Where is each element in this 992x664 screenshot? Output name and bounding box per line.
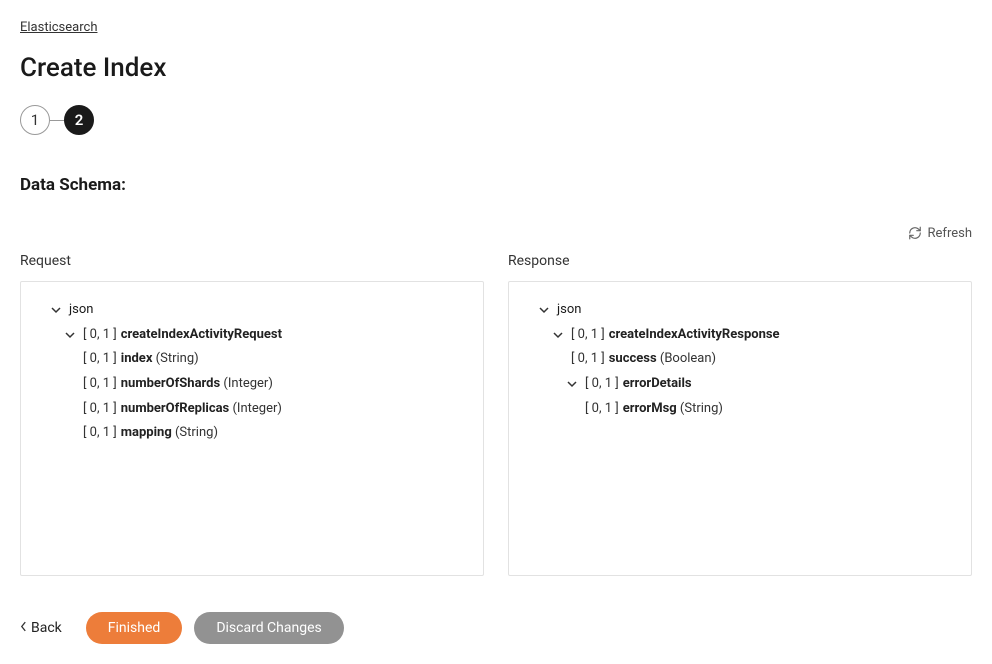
field-name: success (609, 347, 657, 372)
tree-row-root-field[interactable]: [ 0, 1 ] createIndexActivityRequest (35, 323, 469, 348)
request-schema-box: json [ 0, 1 ] createIndexActivityRequest… (20, 281, 484, 576)
footer-actions: Back Finished Discard Changes (20, 612, 972, 644)
field-type: (Integer) (232, 397, 281, 422)
discard-changes-button[interactable]: Discard Changes (194, 612, 343, 644)
cardinality-label: [ 0, 1 ] (83, 372, 117, 397)
cardinality-label: [ 0, 1 ] (83, 323, 117, 348)
cardinality-label: [ 0, 1 ] (571, 323, 605, 348)
cardinality-label: [ 0, 1 ] (83, 347, 117, 372)
cardinality-label: [ 0, 1 ] (585, 372, 619, 397)
refresh-button[interactable]: Refresh (908, 223, 972, 243)
response-column: Response json [ 0, 1 ] createIndexActivi… (508, 249, 972, 576)
response-label: Response (508, 253, 972, 269)
request-label: Request (20, 253, 484, 269)
request-column: Request json [ 0, 1 ] createIndexActivit… (20, 249, 484, 576)
tree-node-label: json (69, 298, 93, 323)
back-button[interactable]: Back (20, 620, 62, 636)
cardinality-label: [ 0, 1 ] (585, 397, 619, 422)
refresh-label: Refresh (928, 226, 972, 241)
field-type: (String) (175, 421, 218, 446)
chevron-down-icon[interactable] (551, 328, 565, 342)
field-name: numberOfShards (121, 372, 220, 397)
field-type: (String) (156, 347, 199, 372)
field-name: createIndexActivityRequest (121, 323, 282, 348)
chevron-down-icon[interactable] (565, 377, 579, 391)
back-label: Back (31, 620, 62, 636)
tree-row-json[interactable]: json (523, 298, 957, 323)
chevron-down-icon[interactable] (537, 303, 551, 317)
chevron-down-icon[interactable] (63, 328, 77, 342)
cardinality-label: [ 0, 1 ] (571, 347, 605, 372)
cardinality-label: [ 0, 1 ] (83, 397, 117, 422)
tree-row-field[interactable]: [ 0, 1 ] errorMsg (String) (523, 397, 957, 422)
tree-row-error-details[interactable]: [ 0, 1 ] errorDetails (523, 372, 957, 397)
step-1[interactable]: 1 (20, 105, 50, 135)
field-type: (Integer) (223, 372, 272, 397)
breadcrumb-link-elasticsearch[interactable]: Elasticsearch (20, 20, 97, 35)
step-connector (50, 120, 64, 121)
field-name: errorDetails (623, 372, 692, 397)
tree-row-field[interactable]: [ 0, 1 ] mapping (String) (35, 421, 469, 446)
tree-row-json[interactable]: json (35, 298, 469, 323)
page-title: Create Index (20, 53, 972, 83)
cardinality-label: [ 0, 1 ] (83, 421, 117, 446)
field-name: createIndexActivityResponse (609, 323, 780, 348)
tree-row-field[interactable]: [ 0, 1 ] numberOfReplicas (Integer) (35, 397, 469, 422)
breadcrumb: Elasticsearch (20, 20, 972, 35)
field-name: mapping (121, 421, 172, 446)
tree-row-field[interactable]: [ 0, 1 ] numberOfShards (Integer) (35, 372, 469, 397)
chevron-left-icon (20, 620, 27, 636)
tree-row-root-field[interactable]: [ 0, 1 ] createIndexActivityResponse (523, 323, 957, 348)
finished-button[interactable]: Finished (86, 612, 183, 644)
tree-row-field[interactable]: [ 0, 1 ] index (String) (35, 347, 469, 372)
field-name: index (121, 347, 153, 372)
step-2[interactable]: 2 (64, 105, 94, 135)
field-name: errorMsg (623, 397, 677, 422)
tree-row-field[interactable]: [ 0, 1 ] success (Boolean) (523, 347, 957, 372)
refresh-icon (908, 226, 922, 240)
field-name: numberOfReplicas (121, 397, 230, 422)
chevron-down-icon[interactable] (49, 303, 63, 317)
section-title-data-schema: Data Schema: (20, 175, 972, 195)
field-type: (String) (680, 397, 723, 422)
stepper: 1 2 (20, 105, 972, 135)
response-schema-box: json [ 0, 1 ] createIndexActivityRespons… (508, 281, 972, 576)
tree-node-label: json (557, 298, 581, 323)
field-type: (Boolean) (660, 347, 716, 372)
